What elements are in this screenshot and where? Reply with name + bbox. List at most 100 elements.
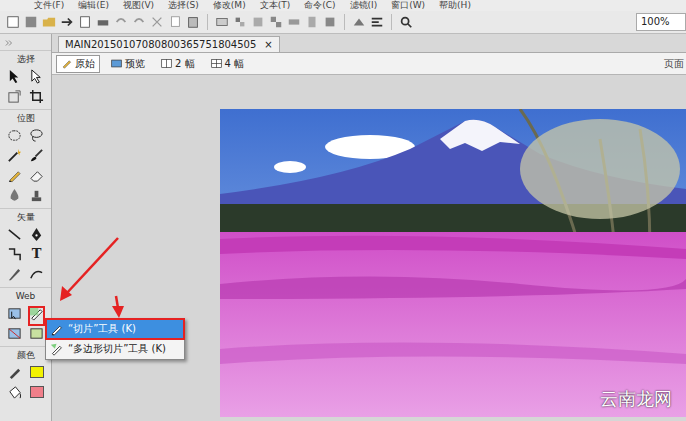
magic-wand-icon <box>7 148 22 163</box>
toolbar-button-icon[interactable] <box>269 15 283 29</box>
view-tab[interactable]: 4 幅 <box>206 55 250 73</box>
toolbar: 100% <box>0 11 686 34</box>
menu-item[interactable]: 编辑(E) <box>78 0 109 11</box>
flyout-item[interactable]: “切片”工具 (K) <box>46 319 184 339</box>
pen-tool[interactable] <box>29 226 45 242</box>
zoom-select[interactable]: 100% <box>636 13 686 31</box>
magic-wand-tool[interactable] <box>7 147 23 163</box>
toolbar-button-icon[interactable] <box>24 15 38 29</box>
view-tab[interactable]: 2 幅 <box>156 55 200 73</box>
marquee-tool[interactable] <box>7 127 23 143</box>
rubber-stamp-tool[interactable] <box>29 187 45 203</box>
stroke-tool[interactable] <box>7 364 23 380</box>
slice-tool[interactable] <box>29 305 45 321</box>
view-tab-label: 原始 <box>75 57 95 71</box>
menu-item[interactable]: 命令(C) <box>304 0 335 11</box>
view-tab-label: 4 幅 <box>225 57 245 71</box>
toolbar-button-icon[interactable] <box>168 15 182 29</box>
original-icon <box>61 58 72 69</box>
toolbar-button-icon[interactable] <box>323 15 337 29</box>
fill-color-swatch[interactable] <box>30 386 44 398</box>
show-slices-icon <box>29 326 44 341</box>
view-tab-label: 预览 <box>125 57 145 71</box>
text-tool-label: T <box>32 246 42 262</box>
toolbar-button-icon[interactable] <box>42 15 56 29</box>
text-tool[interactable]: T <box>29 246 45 262</box>
menu-item[interactable]: 帮助(H) <box>439 0 471 11</box>
document-title: MAIN20150107080800365751804505 <box>65 37 256 52</box>
rectangle-icon <box>7 247 22 262</box>
toolbar-button-icon[interactable] <box>78 15 92 29</box>
toolbar-button-icon[interactable] <box>287 15 301 29</box>
view-tab[interactable]: 预览 <box>106 55 150 73</box>
toolbar-button-icon[interactable] <box>150 15 164 29</box>
slice-icon <box>50 323 63 336</box>
subselect-tool[interactable] <box>29 68 45 84</box>
workspace: 选择位图矢量TWeb颜色MAIN201501070808003657518045… <box>0 34 686 421</box>
tool-section-label: 位图 <box>0 109 51 125</box>
menu-item[interactable]: 文件(F) <box>34 0 64 11</box>
eraser-tool[interactable] <box>29 167 45 183</box>
hide-slices-tool[interactable] <box>7 325 23 341</box>
show-slices-tool[interactable] <box>29 325 45 341</box>
four-up-icon <box>211 58 222 69</box>
stroke-swatch-tool[interactable] <box>29 364 45 380</box>
photo: 云南龙网 <box>220 109 686 417</box>
menu-item[interactable]: 文本(T) <box>260 0 291 11</box>
document-area: MAIN20150107080800365751804505 × 原始 预览 2 幅 4 … <box>52 34 686 421</box>
toolbar-button-icon[interactable] <box>114 15 128 29</box>
brush-tool[interactable] <box>29 147 45 163</box>
toolbar-button-icon[interactable] <box>186 15 200 29</box>
fill-swatch-tool[interactable] <box>29 384 45 400</box>
lasso-icon <box>29 128 44 143</box>
hotspot-tool[interactable] <box>7 305 23 321</box>
toolbar-button-icon[interactable] <box>215 15 229 29</box>
toolbar-button-icon[interactable] <box>233 15 247 29</box>
eraser-icon <box>29 168 44 183</box>
pencil-icon <box>7 168 22 183</box>
tools-panel: 选择位图矢量TWeb颜色 <box>0 34 52 421</box>
pointer-tool[interactable] <box>7 68 23 84</box>
menu-item[interactable]: 选择(S) <box>168 0 199 11</box>
freeform-tool[interactable] <box>29 266 45 282</box>
view-tab[interactable]: 原始 <box>56 55 100 73</box>
blur-tool[interactable] <box>7 187 23 203</box>
toolbar-button-icon[interactable] <box>60 15 74 29</box>
crop-tool[interactable] <box>29 88 45 104</box>
menu-item[interactable]: 视图(V) <box>123 0 154 11</box>
menu-item[interactable]: 滤镜(I) <box>350 0 378 11</box>
toolbar-button-icon[interactable] <box>370 15 384 29</box>
page-label[interactable]: 页面 <box>664 57 686 71</box>
tool-section-label: 选择 <box>0 50 51 66</box>
toolbar-button-icon[interactable] <box>132 15 146 29</box>
fill-tool[interactable] <box>7 384 23 400</box>
toolbar-button-icon[interactable] <box>251 15 265 29</box>
toolbar-button-icon[interactable] <box>399 15 413 29</box>
line-tool[interactable] <box>7 226 23 242</box>
stroke-icon <box>7 365 22 380</box>
rectangle-tool[interactable] <box>7 246 23 262</box>
panel-collapse[interactable] <box>0 38 51 50</box>
slice-tool-flyout: “切片”工具 (K) “多边形切片”工具 (K) <box>45 318 185 360</box>
menu-item[interactable]: 窗口(W) <box>391 0 425 11</box>
stroke-color-swatch[interactable] <box>30 366 44 378</box>
collapse-icon <box>4 38 14 48</box>
tool-section-label: 矢量 <box>0 208 51 224</box>
flyout-label: “多边形切片”工具 (K) <box>68 342 166 356</box>
crop-icon <box>29 89 44 104</box>
flyout-item[interactable]: “多边形切片”工具 (K) <box>46 339 184 359</box>
document-tab[interactable]: MAIN20150107080800365751804505 × <box>58 36 280 52</box>
pencil-tool[interactable] <box>7 167 23 183</box>
toolbar-button-icon[interactable] <box>352 15 366 29</box>
toolbar-button-icon[interactable] <box>305 15 319 29</box>
scale-tool[interactable] <box>7 88 23 104</box>
line-icon <box>7 227 22 242</box>
menu-item[interactable]: 修改(M) <box>213 0 246 11</box>
knife-tool[interactable] <box>7 266 23 282</box>
lasso-tool[interactable] <box>29 127 45 143</box>
toolbar-button-icon[interactable] <box>6 15 20 29</box>
toolbar-button-icon[interactable] <box>96 15 110 29</box>
close-button[interactable]: × <box>264 37 272 52</box>
scale-icon <box>7 89 22 104</box>
hide-slices-icon <box>7 326 22 341</box>
